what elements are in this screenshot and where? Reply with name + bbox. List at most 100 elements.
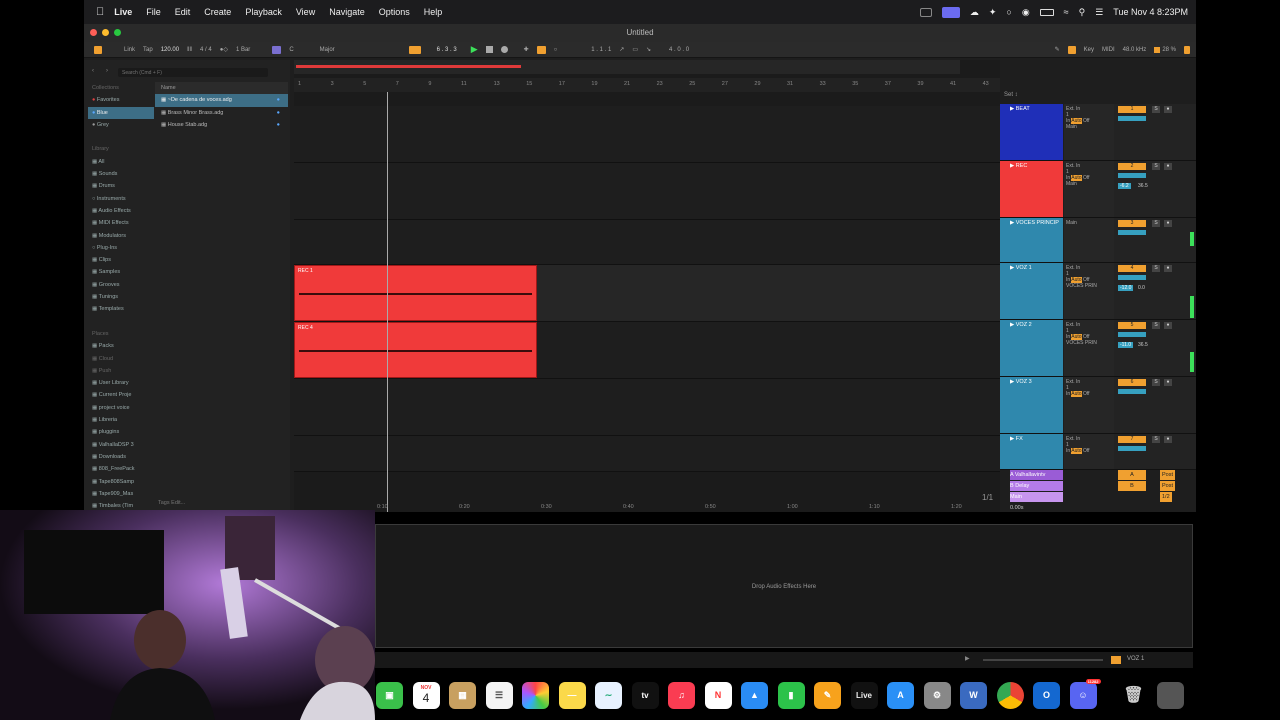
quantize-select[interactable]: 1 Bar bbox=[236, 47, 250, 53]
pencil-icon[interactable]: ✎ bbox=[1055, 46, 1060, 53]
zoom-button[interactable] bbox=[114, 29, 121, 36]
solo-button[interactable]: S bbox=[1152, 379, 1160, 386]
track-header[interactable]: ▶ VOZ 3 Ext. In 1 In Auto Off 6 S ● bbox=[1000, 377, 1196, 434]
return-send[interactable]: B bbox=[1118, 481, 1146, 491]
app-store-icon[interactable]: A bbox=[887, 681, 914, 709]
sidebar-item-all[interactable]: ▦ All bbox=[88, 156, 154, 168]
arm-button[interactable]: ● bbox=[1164, 220, 1172, 227]
track-header[interactable]: ▶ FX Ext. In 1 In Auto Off 7 S ● bbox=[1000, 434, 1196, 470]
tags-bar[interactable]: Tags Edit... bbox=[158, 500, 185, 506]
audio-clip[interactable]: REC 1 bbox=[294, 265, 537, 321]
sidebar-item-libreria[interactable]: ▦ Libreria bbox=[88, 414, 154, 426]
solo-button[interactable]: S bbox=[1152, 265, 1160, 272]
facetime-icon[interactable]: ▣ bbox=[376, 681, 403, 709]
screen-record-icon[interactable] bbox=[941, 6, 960, 18]
reminders-icon[interactable]: ☰ bbox=[485, 681, 513, 709]
menu-options[interactable]: Options bbox=[379, 7, 410, 17]
record-button[interactable] bbox=[500, 46, 508, 53]
sidebar-item-blue[interactable]: ● Blue bbox=[88, 106, 154, 119]
volume-value[interactable]: -6.2 bbox=[1118, 183, 1131, 189]
volume-fader[interactable] bbox=[1118, 116, 1146, 121]
archive-icon[interactable]: ▦ bbox=[449, 681, 476, 709]
arrangement-view[interactable]: 1 3 5 7 9 11 13 15 17 19 21 23 25 27 29 31 33 35 37 39 41 43 … bbox=[294, 60, 1000, 512]
freeform-icon[interactable]: ∼ bbox=[595, 681, 622, 709]
arrangement-position[interactable]: 6 . 3 . 3 bbox=[437, 47, 457, 53]
track-lane[interactable] bbox=[294, 220, 1000, 265]
volume-fader[interactable] bbox=[1118, 446, 1146, 451]
punch-out-icon[interactable]: ↘ bbox=[646, 46, 651, 53]
sidebar-item-favorites[interactable]: ● Favorites bbox=[88, 94, 154, 106]
session-view-toggle[interactable] bbox=[94, 45, 102, 54]
apple-icon[interactable]:  bbox=[96, 6, 104, 18]
sidebar-item-drums[interactable]: ▦ Drums bbox=[88, 180, 154, 192]
arm-button[interactable]: ● bbox=[1164, 106, 1172, 113]
menu-live[interactable]: Live bbox=[114, 7, 132, 17]
pan-value[interactable]: 0.0 bbox=[1138, 285, 1145, 291]
menu-playback[interactable]: Playback bbox=[245, 7, 282, 17]
sidebar-item-modulators[interactable]: ▦ Modulators bbox=[88, 230, 154, 242]
sidebar-item-grey[interactable]: ● Grey bbox=[88, 119, 154, 131]
return-mode[interactable]: Post bbox=[1160, 470, 1176, 480]
arm-button[interactable]: ● bbox=[1164, 436, 1172, 443]
loop-length[interactable]: 4 . 0 . 0 bbox=[669, 47, 689, 53]
tempo-field[interactable]: 120.00 bbox=[161, 47, 179, 53]
sidebar-item-tunings[interactable]: ▦ Tunings bbox=[88, 291, 154, 303]
key-map-button[interactable] bbox=[1067, 45, 1076, 54]
track-header[interactable]: ▶ BEAT Ext. In 1 In Auto Off Main 1 S ● bbox=[1000, 104, 1196, 161]
track-name[interactable]: ▶ VOZ 1 bbox=[1000, 263, 1063, 319]
track-name[interactable]: ▶ REC bbox=[1000, 161, 1063, 217]
playhead[interactable] bbox=[387, 92, 388, 512]
output-select[interactable]: Main bbox=[1066, 181, 1112, 187]
scale-toggle[interactable] bbox=[272, 45, 282, 54]
track-activator[interactable]: 1 bbox=[1118, 106, 1146, 113]
punch-in-icon[interactable]: ↗ bbox=[619, 46, 624, 53]
input-select[interactable]: Main bbox=[1066, 220, 1112, 226]
sidebar-item-plugins[interactable]: ○ Plug-Ins bbox=[88, 242, 154, 254]
monitor-switch[interactable]: In Auto Off bbox=[1066, 391, 1112, 397]
audio-clip[interactable]: REC 4 bbox=[294, 322, 537, 378]
close-button[interactable] bbox=[90, 29, 97, 36]
sidebar-item-user-library[interactable]: ▦ User Library bbox=[88, 377, 154, 389]
return-track-header[interactable]: A Valhallavintv A Post bbox=[1000, 470, 1196, 480]
outlook-icon[interactable]: O bbox=[1033, 681, 1060, 709]
volume-value[interactable]: -11.0 bbox=[1118, 342, 1134, 348]
key-select[interactable]: C bbox=[289, 47, 293, 53]
solo-button[interactable]: S bbox=[1152, 322, 1160, 329]
arm-button[interactable]: ● bbox=[1164, 163, 1172, 170]
menu-navigate[interactable]: Navigate bbox=[329, 7, 365, 17]
sidebar-item-current-project[interactable]: ▦ Current Proje bbox=[88, 389, 154, 401]
sidebar-item-midi-effects[interactable]: ▦ MIDI Effects bbox=[88, 217, 154, 229]
return-name[interactable]: A Valhallavintv bbox=[1010, 470, 1063, 480]
photos-icon[interactable] bbox=[522, 681, 549, 709]
return-track-header[interactable]: B Delay B Post bbox=[1000, 481, 1196, 491]
key-label[interactable]: Key bbox=[1084, 47, 1094, 53]
metronome-icon[interactable]: ‖‖ bbox=[187, 47, 192, 53]
track-header[interactable]: ▶ REC Ext. In 1 In Auto Off Main 2 S ● -6.2 36.5 bbox=[1000, 161, 1196, 218]
device-drop-area[interactable]: Drop Audio Effects Here bbox=[375, 524, 1193, 648]
menu-edit[interactable]: Edit bbox=[175, 7, 191, 17]
pages-icon[interactable]: ✎ bbox=[814, 681, 841, 709]
nav-forward-icon[interactable]: › bbox=[106, 68, 108, 74]
arm-button[interactable]: ● bbox=[1164, 322, 1172, 329]
track-lane[interactable] bbox=[294, 106, 1000, 163]
battery-icon[interactable] bbox=[1039, 8, 1054, 16]
track-name[interactable]: ▶ BEAT bbox=[1000, 104, 1063, 160]
track-activator[interactable]: 4 bbox=[1118, 265, 1146, 272]
nav-back-icon[interactable]: ‹ bbox=[92, 68, 94, 74]
control-center-icon[interactable]: ☰ bbox=[1095, 7, 1103, 18]
file-item[interactable]: ▦ Brass Minor Brass.adg ● bbox=[155, 107, 288, 119]
sidebar-item-samples[interactable]: ▦ Samples bbox=[88, 266, 154, 278]
sidebar-item-808-freepack[interactable]: ▦ 808_FreePack bbox=[88, 463, 154, 475]
sidebar-item-clips[interactable]: ▦ Clips bbox=[88, 254, 154, 266]
file-item[interactable]: ▦ ~De cadena de voces.adg ● bbox=[155, 94, 288, 107]
volume-fader[interactable] bbox=[1118, 389, 1146, 394]
name-column-header[interactable]: Name bbox=[155, 82, 288, 95]
track-name[interactable]: ▶ VOCES PRINCIP bbox=[1000, 218, 1063, 262]
system-settings-icon[interactable]: ⚙ bbox=[923, 681, 951, 709]
sidebar-item-templates[interactable]: ▦ Templates bbox=[88, 303, 154, 315]
news-icon[interactable]: N bbox=[704, 681, 732, 709]
return-name[interactable]: Main bbox=[1010, 492, 1063, 502]
downloads-stack-icon[interactable] bbox=[1156, 681, 1184, 709]
sidebar-item-project-voice[interactable]: ▦ project voice bbox=[88, 402, 154, 414]
trash-icon[interactable]: 🗑 bbox=[1120, 682, 1147, 709]
